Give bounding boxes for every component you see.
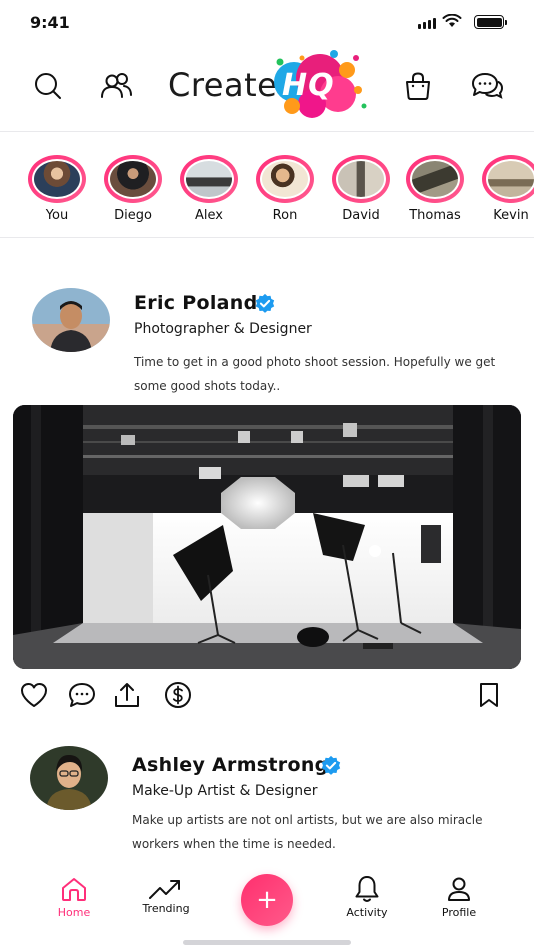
story-avatar bbox=[184, 159, 234, 199]
shopping-bag-icon bbox=[406, 72, 430, 100]
verified-badge-icon bbox=[255, 293, 275, 313]
heart-icon bbox=[21, 683, 47, 707]
tab-label: Trending bbox=[142, 902, 190, 915]
story-avatar bbox=[32, 159, 82, 199]
battery-icon bbox=[474, 15, 507, 29]
photo-studio-scene bbox=[13, 405, 521, 669]
story-kevin[interactable]: Kevin bbox=[473, 155, 534, 223]
post-caption-line: some good shots today.. bbox=[134, 379, 281, 393]
story-name: Thomas bbox=[409, 208, 461, 223]
story-thomas[interactable]: Thomas bbox=[397, 155, 473, 223]
story-name: David bbox=[342, 208, 380, 223]
stories-row: You Diego Alex Ron David Thomas Kevin bbox=[0, 132, 534, 238]
story-ron[interactable]: Ron bbox=[247, 155, 323, 223]
home-icon bbox=[62, 878, 86, 901]
story-name: Kevin bbox=[493, 208, 529, 223]
shop-button[interactable] bbox=[398, 66, 438, 106]
story-name: Alex bbox=[195, 208, 223, 223]
tip-button[interactable] bbox=[162, 679, 194, 711]
trending-up-icon bbox=[149, 880, 180, 899]
post-caption: Make up artists are not onl artists, but… bbox=[132, 808, 524, 856]
story-avatar bbox=[410, 159, 460, 199]
home-indicator[interactable] bbox=[183, 940, 351, 945]
tab-label: Profile bbox=[441, 906, 477, 919]
story-name: Ron bbox=[272, 208, 298, 223]
post-caption-line: Make up artists are not onl artists, but… bbox=[132, 813, 483, 827]
chat-bubbles-icon bbox=[472, 73, 504, 99]
story-avatar bbox=[336, 159, 386, 199]
app-logo: Create HQ bbox=[164, 48, 374, 128]
tab-home[interactable]: Home bbox=[34, 874, 114, 919]
story-name: Diego bbox=[114, 208, 152, 223]
logo-badge: HQ bbox=[282, 68, 335, 103]
dollar-circle-icon bbox=[165, 682, 191, 708]
story-avatar bbox=[486, 159, 534, 199]
like-button[interactable] bbox=[18, 679, 50, 711]
verified-badge-icon bbox=[321, 755, 341, 775]
story-diego[interactable]: Diego bbox=[95, 155, 171, 223]
story-alex[interactable]: Alex bbox=[171, 155, 247, 223]
search-icon bbox=[35, 73, 61, 99]
post-caption: Time to get in a good photo shoot sessio… bbox=[134, 350, 524, 398]
post-caption-line: Time to get in a good photo shoot sessio… bbox=[134, 355, 496, 369]
create-post-button[interactable]: + bbox=[241, 874, 293, 926]
user-icon bbox=[448, 877, 470, 901]
plus-icon: + bbox=[256, 885, 278, 915]
share-button[interactable] bbox=[111, 679, 143, 711]
author-name[interactable]: Ashley Armstrong bbox=[132, 754, 329, 776]
bookmark-icon bbox=[480, 683, 498, 707]
logo-text: Create bbox=[168, 66, 278, 104]
bottom-tab-bar: Home Trending + Activity Profile bbox=[0, 860, 534, 950]
tab-profile[interactable]: Profile bbox=[419, 874, 499, 919]
messages-button[interactable] bbox=[467, 66, 507, 106]
bell-icon bbox=[355, 876, 379, 902]
search-button[interactable] bbox=[28, 66, 68, 106]
author-photo bbox=[30, 746, 108, 810]
author-name[interactable]: Eric Poland bbox=[134, 292, 257, 314]
author-avatar[interactable] bbox=[32, 288, 110, 352]
post-caption-line: workers when the time is needed. bbox=[132, 837, 336, 851]
author-avatar[interactable] bbox=[30, 746, 108, 810]
story-you[interactable]: You bbox=[19, 155, 95, 223]
cellular-signal-icon bbox=[418, 18, 436, 29]
tab-activity[interactable]: Activity bbox=[327, 874, 407, 919]
post-actions bbox=[0, 679, 534, 711]
top-header: Create HQ bbox=[0, 44, 534, 132]
tab-label: Home bbox=[57, 906, 91, 919]
author-role: Make-Up Artist & Designer bbox=[132, 783, 318, 799]
author-photo bbox=[32, 288, 110, 352]
story-avatar bbox=[260, 159, 310, 199]
post-image[interactable] bbox=[13, 405, 521, 669]
story-name: You bbox=[45, 208, 69, 223]
story-avatar bbox=[108, 159, 158, 199]
wifi-icon bbox=[442, 14, 462, 27]
story-david[interactable]: David bbox=[323, 155, 399, 223]
friends-icon bbox=[101, 73, 132, 98]
tab-trending[interactable]: Trending bbox=[126, 874, 206, 915]
comment-button[interactable] bbox=[66, 679, 98, 711]
status-bar: 9:41 bbox=[0, 0, 534, 44]
share-icon bbox=[115, 683, 139, 707]
status-time: 9:41 bbox=[30, 13, 70, 32]
friends-button[interactable] bbox=[96, 66, 136, 106]
bookmark-button[interactable] bbox=[473, 679, 505, 711]
tab-label: Activity bbox=[346, 906, 388, 919]
comment-icon bbox=[69, 683, 95, 707]
author-role: Photographer & Designer bbox=[134, 321, 312, 337]
